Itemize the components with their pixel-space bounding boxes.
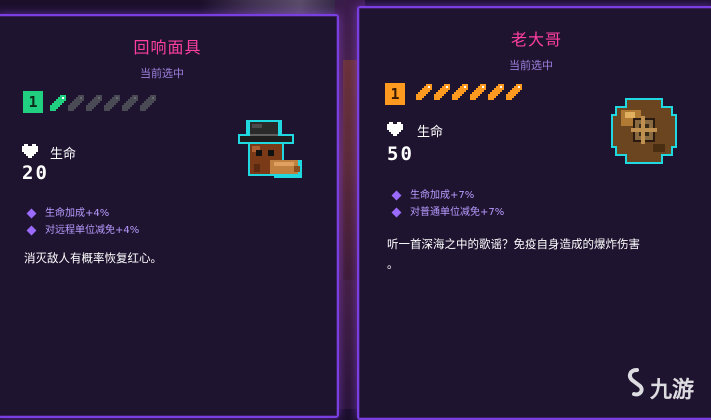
tier-badge: 1 [385, 83, 405, 105]
stat-label: 生命 [50, 147, 77, 162]
bullet-diamond-icon [391, 190, 402, 200]
selected-status: 当前选中 [509, 59, 553, 72]
skin-card-echo-mask[interactable]: 回响面具 当前选中 1 生命 20 生命加成+4% 对远程单位减免+4% 消灭敌… [0, 14, 339, 418]
pip-filled-icon [50, 95, 68, 111]
pip-filled-icon [434, 84, 452, 100]
card-title: 老大哥 [510, 30, 562, 49]
pip-filled-icon [452, 84, 470, 100]
skin-card-big-brother[interactable]: 老大哥 当前选中 1 生命 50 生命加成+7% 对普通单位减免+7% 听一首深… [357, 6, 711, 420]
bullet-diamond-icon [26, 208, 37, 218]
bullet-diamond-icon [26, 225, 37, 235]
tier-badge: 1 [23, 91, 43, 113]
upgrade-pips [50, 95, 158, 111]
pip-empty-icon [140, 95, 158, 111]
pip-empty-icon [68, 95, 86, 111]
jiuyou-logo-icon [627, 368, 644, 397]
bowler-hat-plague-mask-icon [238, 120, 302, 178]
stat-value: 20 [22, 162, 49, 184]
heart-icon [387, 122, 403, 136]
selected-status: 当前选中 [140, 67, 184, 80]
diving-helmet-icon [611, 98, 677, 164]
stat-label: 生命 [417, 125, 444, 140]
bonus-line: 对普通单位减免+7% [391, 203, 504, 218]
upgrade-pips [416, 84, 524, 100]
pip-filled-icon [488, 84, 506, 100]
card-description: 听一首深海之中的歌谣？免疫自身造成的爆炸伤害 。 [387, 237, 640, 271]
bonus-line: 对远程单位减免+4% [26, 221, 139, 236]
pip-empty-icon [104, 95, 122, 111]
pip-filled-icon [416, 84, 434, 100]
background-decoration [200, 0, 350, 14]
watermark-text: 九游 [650, 378, 695, 403]
bullet-diamond-icon [391, 207, 402, 217]
pip-filled-icon [470, 84, 488, 100]
stat-value: 50 [387, 143, 414, 165]
pip-empty-icon [122, 95, 140, 111]
pip-empty-icon [86, 95, 104, 111]
bonus-line: 生命加成+7% [391, 186, 474, 201]
card-description: 消灭敌人有概率恢复红心。 [24, 251, 162, 265]
bonus-line: 生命加成+4% [26, 204, 109, 219]
pip-filled-icon [506, 84, 524, 100]
heart-icon [22, 144, 38, 158]
card-title: 回响面具 [133, 38, 202, 57]
